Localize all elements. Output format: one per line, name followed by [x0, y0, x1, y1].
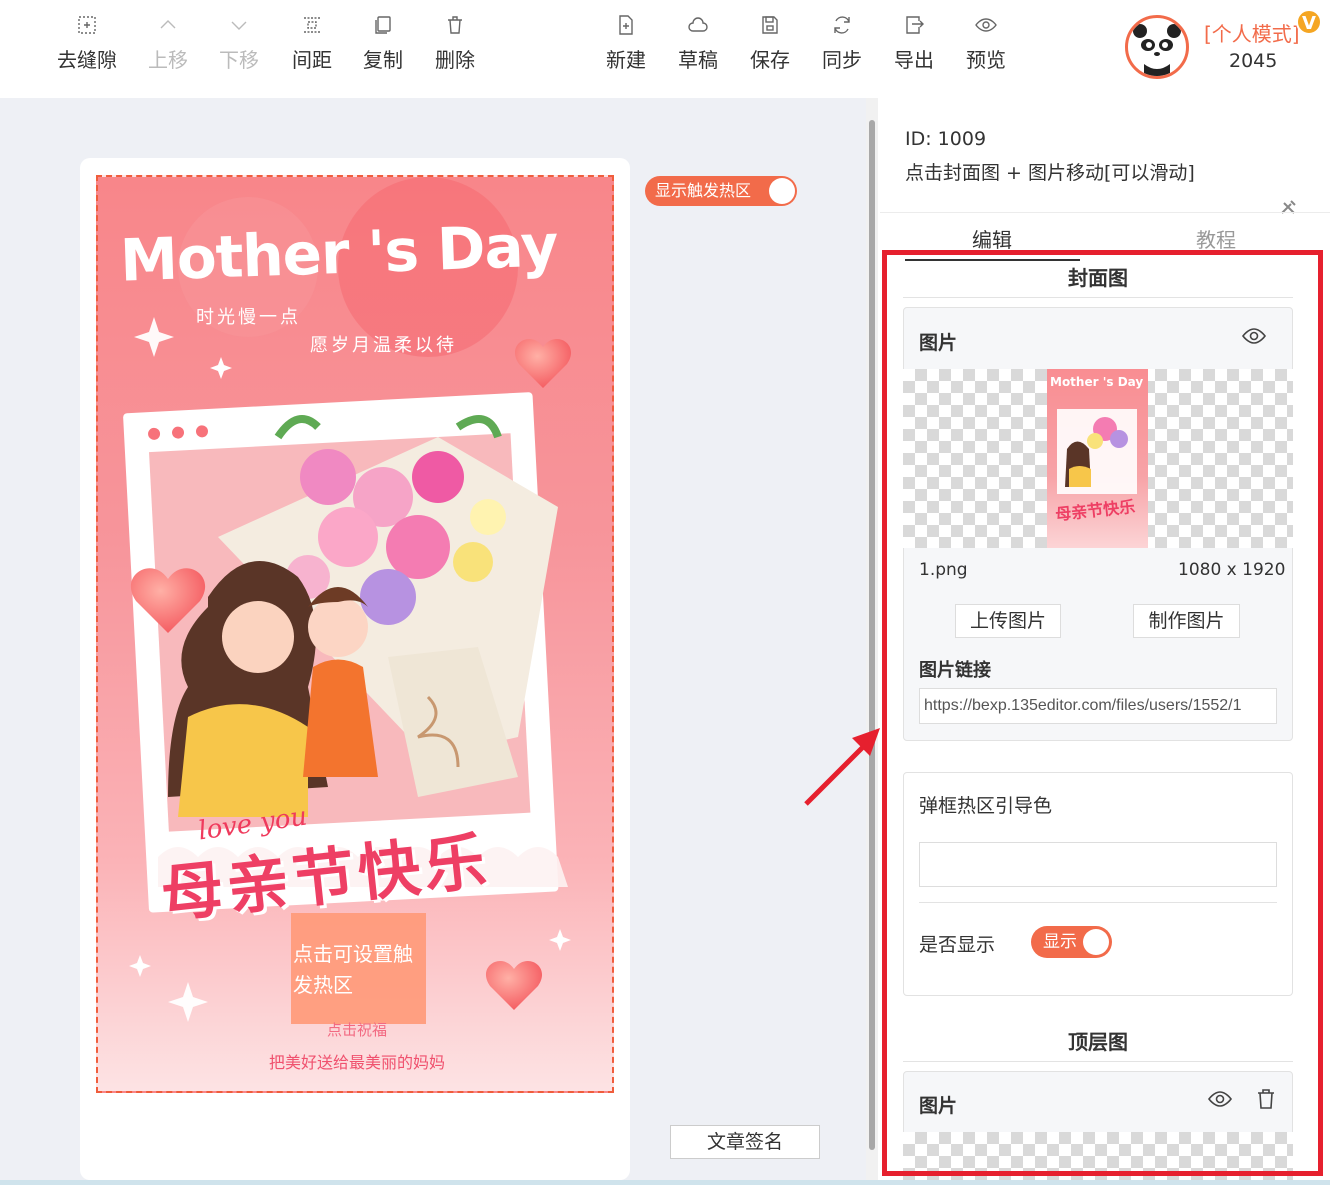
- visible-toggle[interactable]: 显示: [1031, 926, 1112, 958]
- image-link-label: 图片链接: [919, 660, 991, 681]
- visible-toggle-label: 显示: [1043, 932, 1077, 952]
- spacing-button[interactable]: 间距: [276, 14, 348, 84]
- move-up-button[interactable]: 上移: [132, 14, 204, 84]
- show-trigger-hotspot-toggle[interactable]: 显示触发热区: [645, 176, 797, 206]
- annotation-arrow-icon: [804, 728, 880, 806]
- top-layer-visibility-button[interactable]: [1207, 1086, 1233, 1112]
- draft-label: 草稿: [678, 48, 718, 72]
- poster-subtitle-1: 时光慢一点: [196, 307, 301, 328]
- cover-file-dimensions: 1080 x 1920: [1178, 560, 1286, 580]
- tab-tutorial[interactable]: 教程: [1196, 224, 1236, 253]
- spacing-icon: [304, 17, 320, 33]
- new-file-icon: [619, 15, 633, 35]
- save-button[interactable]: 保存: [734, 14, 806, 84]
- panel-tabs: [880, 212, 1330, 260]
- move-down-label: 下移: [219, 48, 259, 72]
- preview-button[interactable]: 预览: [950, 14, 1022, 84]
- guide-color-input[interactable]: [919, 842, 1277, 887]
- panda-avatar-icon: [1133, 24, 1181, 76]
- top-layer-delete-button[interactable]: [1253, 1086, 1279, 1112]
- component-description: 点击封面图 + 图片移动[可以滑动]: [905, 162, 1195, 184]
- hotspot-label: 点击可设置触发热区: [293, 942, 413, 997]
- tab-edit[interactable]: 编辑: [972, 224, 1012, 253]
- cover-visibility-button[interactable]: [1241, 323, 1267, 349]
- save-icon: [762, 16, 778, 34]
- gap-icon: [78, 16, 96, 34]
- bottom-border: [0, 1180, 1330, 1185]
- delete-button[interactable]: 删除: [419, 14, 491, 84]
- toggle-knob: [769, 178, 795, 204]
- eye-icon: [975, 18, 997, 32]
- toggle-knob: [1083, 929, 1109, 955]
- settings-divider: [919, 902, 1277, 903]
- copy-icon: [375, 16, 391, 34]
- sync-label: 同步: [822, 48, 862, 72]
- sync-button[interactable]: 同步: [806, 14, 878, 84]
- save-label: 保存: [750, 48, 790, 72]
- chevron-up-icon: [160, 20, 176, 29]
- top-layer-section-title: 顶层图: [1068, 1030, 1128, 1054]
- cover-file-name: 1.png: [919, 560, 968, 580]
- upload-image-button[interactable]: 上传图片: [955, 604, 1061, 638]
- canvas-scrollbar-thumb[interactable]: [869, 120, 875, 1150]
- cover-thumbnail: Mother 's Day 母亲节快乐: [1047, 369, 1148, 548]
- remove-gap-button[interactable]: 去缝隙: [51, 14, 123, 84]
- cover-section-title: 封面图: [1068, 266, 1128, 290]
- new-label: 新建: [606, 48, 646, 72]
- cta-small-text: 点击祝福: [326, 1021, 387, 1039]
- draft-button[interactable]: 草稿: [662, 14, 734, 84]
- article-signature-button[interactable]: 文章签名: [670, 1125, 820, 1159]
- cover-image-header: 图片: [919, 332, 958, 354]
- show-trigger-hotspot-label: 显示触发热区: [655, 181, 752, 200]
- active-tab-indicator: [905, 259, 1080, 261]
- spacing-label: 间距: [292, 48, 332, 72]
- image-link-input[interactable]: https://bexp.135editor.com/files/users/1…: [919, 688, 1277, 724]
- trash-icon: [1258, 1089, 1274, 1109]
- top-layer-image-header: 图片: [919, 1095, 958, 1117]
- guide-color-label: 弹框热区引导色: [919, 795, 1053, 817]
- move-up-label: 上移: [148, 48, 188, 72]
- export-label: 导出: [894, 48, 934, 72]
- top-layer-divider: [903, 1061, 1293, 1062]
- delete-label: 删除: [435, 48, 475, 72]
- poster-subtitle-2: 愿岁月温柔以待: [310, 335, 457, 356]
- top-layer-image-preview[interactable]: [903, 1132, 1293, 1180]
- export-button[interactable]: 导出: [878, 14, 950, 84]
- component-id: ID: 1009: [905, 128, 987, 150]
- vip-badge-icon: V: [1296, 9, 1322, 35]
- top-toolbar: 去缝隙 上移 下移 间距 复制 删除 新建 草稿 保存 同步 导出 预览 [个人…: [0, 0, 1330, 98]
- remove-gap-label: 去缝隙: [57, 48, 117, 72]
- mode-label[interactable]: [个人模式]: [1204, 18, 1300, 47]
- cover-section-divider: [903, 297, 1293, 298]
- user-number: 2045: [1229, 50, 1278, 72]
- copy-label: 复制: [363, 48, 403, 72]
- eye-icon: [1208, 1091, 1232, 1107]
- avatar[interactable]: [1125, 15, 1189, 79]
- visible-label: 是否显示: [919, 934, 996, 956]
- chevron-down-icon: [231, 21, 247, 30]
- export-icon: [906, 16, 924, 34]
- trash-icon: [448, 16, 462, 34]
- cloud-icon: [688, 17, 708, 32]
- preview-label: 预览: [966, 48, 1006, 72]
- make-image-button[interactable]: 制作图片: [1133, 604, 1240, 638]
- sync-icon: [834, 16, 850, 34]
- poster[interactable]: Mother 's Day 时光慢一点 愿岁月温柔以待 love you 母亲节…: [96, 175, 614, 1093]
- eye-icon: [1242, 328, 1266, 344]
- move-down-button[interactable]: 下移: [203, 14, 275, 84]
- new-button[interactable]: 新建: [590, 14, 662, 84]
- cta-text: 把美好送给最美丽的妈妈: [268, 1053, 445, 1072]
- copy-button[interactable]: 复制: [347, 14, 419, 84]
